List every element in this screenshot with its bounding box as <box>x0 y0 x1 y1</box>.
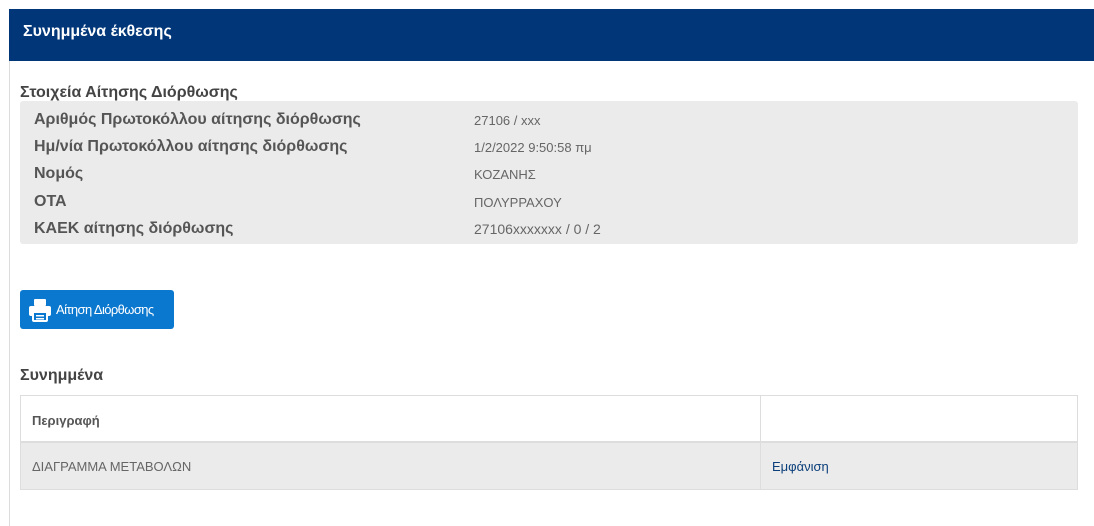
detail-label: Ημ/νία Πρωτοκόλλου αίτησης διόρθωσης <box>34 138 348 155</box>
detail-value: 27106 / xxx <box>474 113 541 128</box>
column-header-description: Περιγραφή <box>32 413 100 428</box>
print-correction-request-button[interactable]: Αίτηση Διόρθωσης <box>20 290 174 329</box>
table-header-row: Περιγραφή <box>21 396 1077 443</box>
detail-row-prefecture: Νομός ΚΟΖΑΝΗΣ <box>20 161 1078 187</box>
detail-row-kaek: ΚΑΕΚ αίτησης διόρθωσης 27106xxxxxxx / 0 … <box>20 216 1078 242</box>
correction-request-details: Αριθμός Πρωτοκόλλου αίτησης διόρθωσης 27… <box>20 101 1078 244</box>
details-section-title: Στοιχεία Αίτησης Διόρθωσης <box>20 84 238 101</box>
attachments-table: Περιγραφή ΔΙΑΓΡΑΜΜΑ ΜΕΤΑΒΟΛΩΝ Εμφάνιση <box>20 395 1078 490</box>
detail-value: 27106xxxxxxx / 0 / 2 <box>474 221 601 237</box>
detail-label: Νομός <box>34 165 84 182</box>
detail-label: ΚΑΕΚ αίτησης διόρθωσης <box>34 220 234 237</box>
detail-value: 1/2/2022 9:50:58 πμ <box>474 140 592 155</box>
detail-row-municipality: ΟΤΑ ΠΟΛΥΡΡΑΧΟΥ <box>20 189 1078 215</box>
detail-row-protocol-date: Ημ/νία Πρωτοκόλλου αίτησης διόρθωσης 1/2… <box>20 134 1078 160</box>
attachment-description: ΔΙΑΓΡΑΜΜΑ ΜΕΤΑΒΟΛΩΝ <box>32 459 192 474</box>
detail-value: ΚΟΖΑΝΗΣ <box>474 167 536 182</box>
detail-label: Αριθμός Πρωτοκόλλου αίτησης διόρθωσης <box>34 111 361 128</box>
table-row: ΔΙΑΓΡΑΜΜΑ ΜΕΤΑΒΟΛΩΝ Εμφάνιση <box>21 443 1077 489</box>
detail-value: ΠΟΛΥΡΡΑΧΟΥ <box>474 195 562 210</box>
view-attachment-link[interactable]: Εμφάνιση <box>772 459 829 474</box>
attachments-section-title: Συνημμένα <box>20 367 104 384</box>
detail-label: ΟΤΑ <box>34 193 67 210</box>
print-button-label: Αίτηση Διόρθωσης <box>56 302 154 317</box>
printer-icon <box>29 299 51 322</box>
column-divider <box>760 396 761 489</box>
panel-header: Συνημμένα έκθεσης <box>9 9 1094 61</box>
panel-title: Συνημμένα έκθεσης <box>23 23 172 40</box>
detail-row-protocol-number: Αριθμός Πρωτοκόλλου αίτησης διόρθωσης 27… <box>20 107 1078 133</box>
